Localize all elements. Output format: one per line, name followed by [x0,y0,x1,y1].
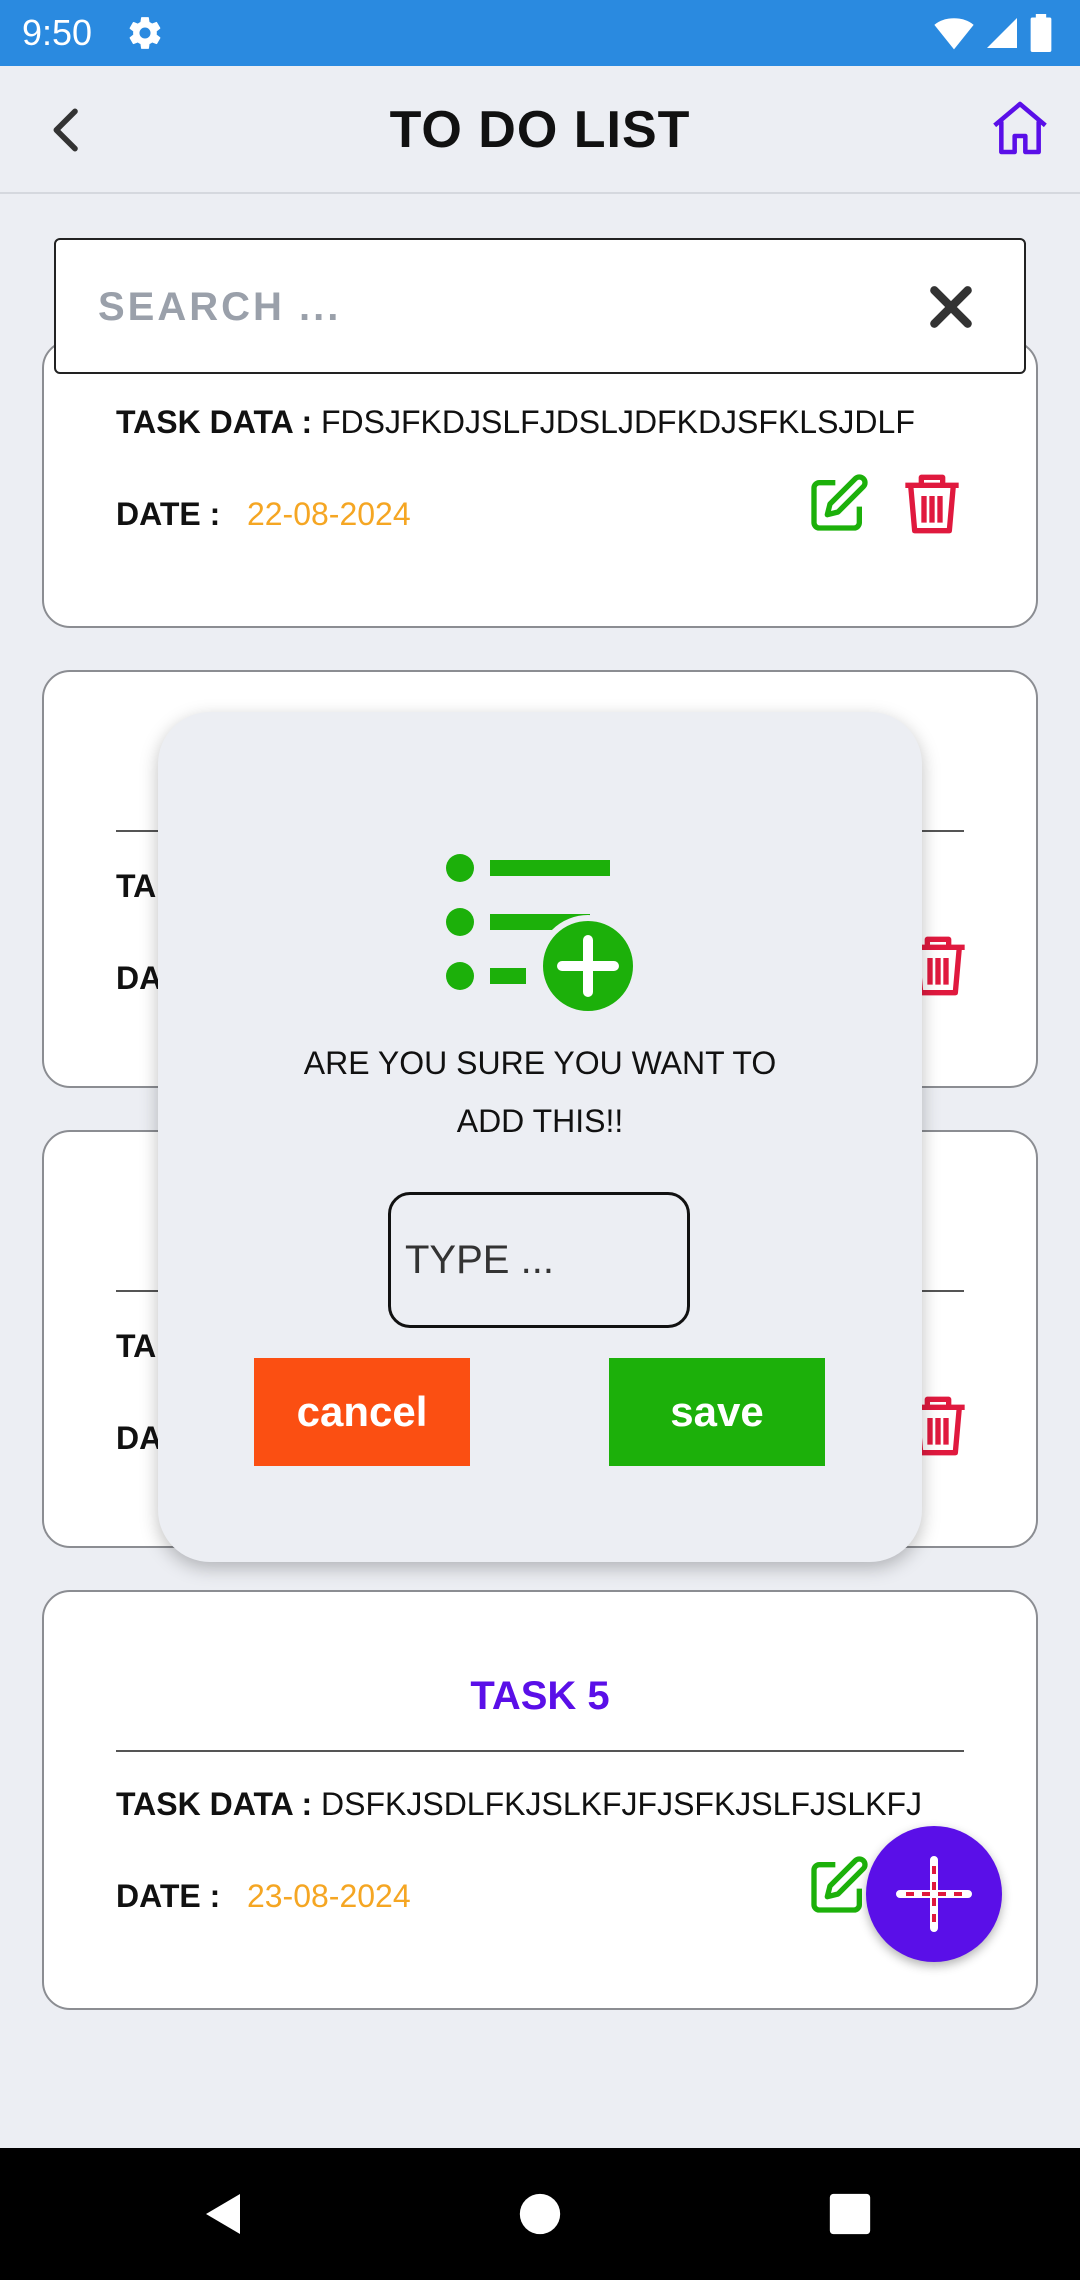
date-label: DA [116,1420,163,1456]
date-row: DATE : 23-08-2024 [116,1878,411,1915]
edit-icon[interactable] [806,472,870,536]
app-bar: TO DO LIST [0,66,1080,194]
date-row: DA [116,960,162,997]
system-nav-bar [0,2148,1080,2280]
dialog-message: ARE YOU SURE YOU WANT TO ADD THIS!! [198,1034,882,1150]
edit-icon[interactable] [806,1854,870,1918]
status-time: 9:50 [22,12,93,53]
task-data-value: DSFKJSDLFKJSLKFJFJSFKJSLFJSLKFJ [321,1786,923,1822]
task-data-row: TASK DATA : DSFKJSDLFKJSLKFJFJSFKJSLFJSL… [116,1786,922,1823]
add-task-dialog: ARE YOU SURE YOU WANT TO ADD THIS!! canc… [158,712,922,1562]
search-box [54,238,1026,374]
date-row: DATE : 22-08-2024 [116,496,411,533]
date-label: DATE : [116,496,221,532]
add-list-icon [446,854,639,1017]
save-button[interactable]: save [609,1358,825,1466]
home-icon[interactable] [988,96,1052,160]
date-row: DA [116,1420,162,1457]
nav-recents-icon[interactable] [828,2192,872,2236]
settings-gear-icon [129,17,161,49]
task-data-label: TA [116,1328,157,1364]
task-data-label: TA [116,868,157,904]
task-data-label: TASK DATA : [116,1786,313,1822]
task-data-label: TASK DATA : [116,404,313,440]
task-card: TASK DATA : FDSJFKDJSLFJDSLJDFKDJSFKLSJD… [42,340,1038,628]
task-data-row: TASK DATA : FDSJFKDJSLFJDSLJDFKDJSFKLSJD… [116,404,915,441]
dialog-message-line2: ADD THIS!! [456,1103,624,1139]
dialog-message-line1: ARE YOU SURE YOU WANT TO [303,1045,777,1081]
trash-icon[interactable] [902,472,962,536]
add-task-fab[interactable] [866,1826,1002,1962]
plus-icon [896,1856,972,1932]
close-icon[interactable] [926,282,976,332]
date-value: 22-08-2024 [246,496,411,532]
date-value: 23-08-2024 [246,1878,411,1914]
card-divider [116,1750,964,1752]
task-input[interactable] [388,1192,690,1328]
battery-icon [1030,14,1052,52]
task-data-row: TA [116,868,156,905]
date-label: DA [116,960,163,996]
task-data-value: FDSJFKDJSLFJDSLJDFKDJSFKLSJDLF [321,404,915,440]
search-input[interactable] [96,268,900,346]
task-data-row: TA [116,1328,156,1365]
page-title: TO DO LIST [389,101,691,159]
nav-home-icon[interactable] [518,2192,562,2236]
signal-icon [987,18,1017,48]
task-title: TASK 5 [470,1674,610,1718]
date-label: DATE : [116,1878,221,1914]
nav-back-icon[interactable] [200,2190,248,2238]
status-icons [934,14,1052,52]
cancel-button[interactable]: cancel [254,1358,470,1466]
status-bar: 9:50 [0,0,1080,66]
wifi-icon [934,18,974,50]
